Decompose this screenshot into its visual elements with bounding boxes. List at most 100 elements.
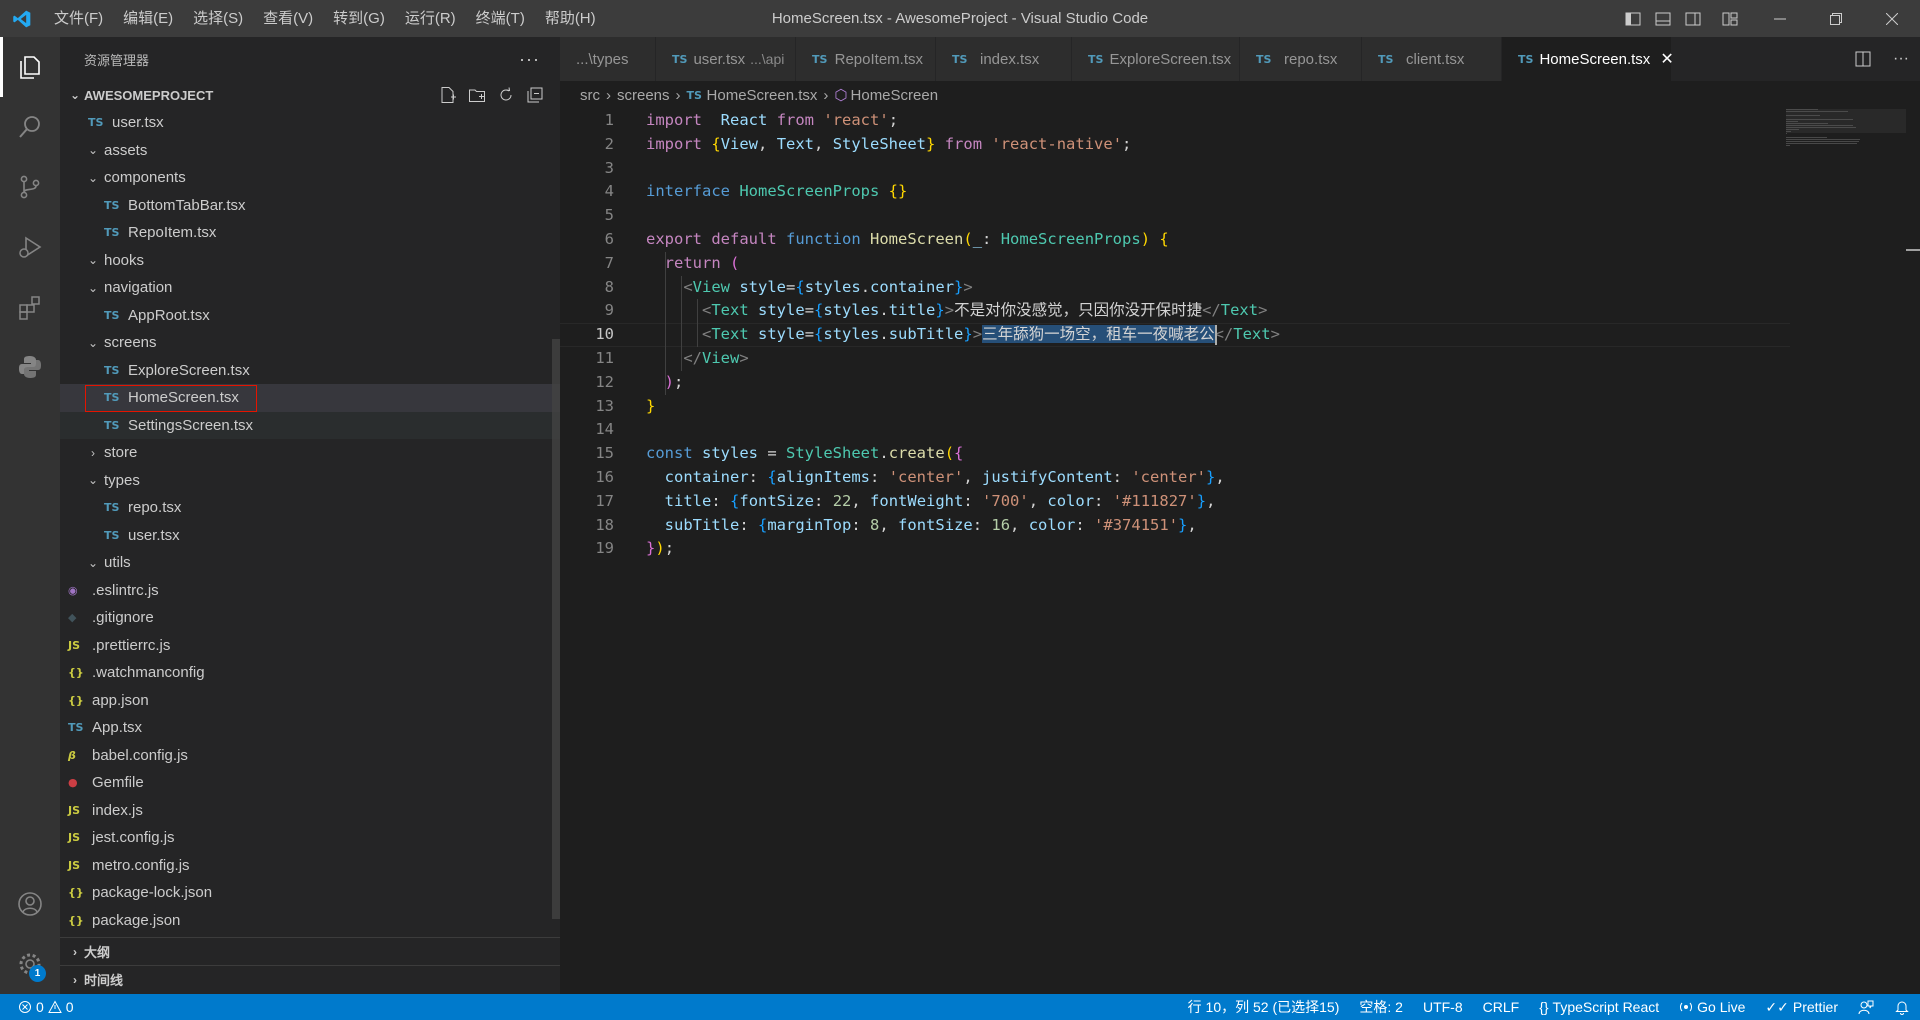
- split-editor-icon[interactable]: [1844, 51, 1882, 67]
- tree-file[interactable]: TS SettingsScreen.tsx: [60, 411, 560, 439]
- editor-tab[interactable]: ...\types: [560, 37, 656, 81]
- tree-file[interactable]: JS jest.config.js: [60, 824, 560, 852]
- menu-item[interactable]: 查看(V): [253, 0, 323, 37]
- code-line[interactable]: 4 interface HomeScreenProps {}: [560, 180, 1790, 204]
- tree-file[interactable]: JS metro.config.js: [60, 852, 560, 880]
- tree-folder[interactable]: ⌄ assets: [60, 137, 560, 165]
- python-icon[interactable]: [0, 337, 60, 397]
- tree-file[interactable]: {} package-lock.json: [60, 879, 560, 907]
- tree-file[interactable]: TS user.tsx: [60, 109, 560, 137]
- tree-file[interactable]: TS RepoItem.tsx: [60, 219, 560, 247]
- outline-section-header[interactable]: › 大纲: [60, 937, 560, 965]
- code-line[interactable]: 18 subTitle: {marginTop: 8, fontSize: 16…: [560, 514, 1790, 538]
- tree-folder[interactable]: ⌄ screens: [60, 329, 560, 357]
- more-actions-icon[interactable]: ···: [519, 49, 540, 70]
- encoding[interactable]: UTF-8: [1413, 994, 1473, 1020]
- code-line[interactable]: 11 </View>: [560, 347, 1790, 371]
- menu-item[interactable]: 文件(F): [44, 0, 113, 37]
- close-window-icon[interactable]: [1864, 0, 1920, 37]
- menu-item[interactable]: 运行(R): [395, 0, 466, 37]
- prettier-button[interactable]: ✓✓ Prettier: [1755, 994, 1848, 1020]
- breadcrumb-item[interactable]: HomeScreen.tsx: [707, 87, 818, 104]
- restore-icon[interactable]: [1808, 0, 1864, 37]
- accounts-icon[interactable]: [0, 874, 60, 934]
- code-line[interactable]: 1 import React from 'react';: [560, 109, 1790, 133]
- code-line[interactable]: 2 import {View, Text, StyleSheet} from 'r…: [560, 133, 1790, 157]
- tree-folder[interactable]: ⌄ navigation: [60, 274, 560, 302]
- code-line[interactable]: 8 <View style={styles.container}>: [560, 276, 1790, 300]
- tree-file[interactable]: {} .watchmanconfig: [60, 659, 560, 687]
- code-line[interactable]: 5: [560, 204, 1790, 228]
- breadcrumb-item[interactable]: HomeScreen: [851, 87, 939, 104]
- more-editor-actions-icon[interactable]: ···: [1882, 50, 1920, 68]
- code-line[interactable]: 17 title: {fontSize: 22, fontWeight: '70…: [560, 490, 1790, 514]
- customize-layout-icon[interactable]: [1708, 0, 1752, 37]
- breadcrumb-item[interactable]: src: [580, 87, 600, 104]
- menu-item[interactable]: 编辑(E): [113, 0, 183, 37]
- code-line[interactable]: 3: [560, 157, 1790, 181]
- tree-file[interactable]: {} package.json: [60, 907, 560, 930]
- code-line[interactable]: 9 <Text style={styles.title}>不是对你没感觉，只因你…: [560, 299, 1790, 323]
- tree-file[interactable]: JS .prettierrc.js: [60, 632, 560, 660]
- code-line[interactable]: 16 container: {alignItems: 'center', jus…: [560, 466, 1790, 490]
- tree-file[interactable]: TS BottomTabBar.tsx: [60, 192, 560, 220]
- editor-tab[interactable]: TS user.tsx ...\api: [656, 37, 796, 81]
- tree-file[interactable]: TS AppRoot.tsx: [60, 302, 560, 330]
- editor-tab[interactable]: TS index.tsx: [936, 37, 1072, 81]
- editor-tab[interactable]: TS RepoItem.tsx: [796, 37, 936, 81]
- code-editor[interactable]: 1 import React from 'react'; 2 import {View…: [560, 109, 1920, 994]
- toggle-sidebar-icon[interactable]: [1618, 0, 1648, 37]
- cursor-position[interactable]: 行 10，列 52 (已选择15): [1178, 994, 1350, 1020]
- feedback-icon[interactable]: [1848, 994, 1884, 1020]
- end-of-line[interactable]: CRLF: [1473, 994, 1530, 1020]
- code-line[interactable]: 10 <Text style={styles.subTitle}>三年舔狗一场空…: [560, 323, 1790, 347]
- code-line[interactable]: 13}: [560, 395, 1790, 419]
- new-folder-icon[interactable]: [466, 84, 488, 106]
- code-line[interactable]: 14: [560, 418, 1790, 442]
- code-line[interactable]: 19});: [560, 537, 1790, 561]
- editor-tab[interactable]: TS repo.tsx: [1240, 37, 1362, 81]
- tree-folder[interactable]: ⌄ components: [60, 164, 560, 192]
- tree-file[interactable]: {} app.json: [60, 687, 560, 715]
- refresh-icon[interactable]: [495, 84, 517, 106]
- language-mode[interactable]: {} TypeScript React: [1529, 994, 1669, 1020]
- new-file-icon[interactable]: [437, 84, 459, 106]
- tree-folder[interactable]: ⌄ utils: [60, 549, 560, 577]
- minimap[interactable]: [1786, 109, 1906, 169]
- search-icon[interactable]: [0, 97, 60, 157]
- source-control-icon[interactable]: [0, 157, 60, 217]
- editor-tab[interactable]: TS ExploreScreen.tsx: [1072, 37, 1240, 81]
- editor-tab[interactable]: TS client.tsx: [1362, 37, 1502, 81]
- tree-file[interactable]: TS user.tsx: [60, 522, 560, 550]
- tree-folder[interactable]: › store: [60, 439, 560, 467]
- problems-indicator[interactable]: 0 0: [14, 994, 78, 1020]
- collapse-all-icon[interactable]: [524, 84, 546, 106]
- settings-gear-icon[interactable]: 1: [0, 934, 60, 994]
- explorer-icon[interactable]: [0, 37, 60, 97]
- toggle-secondary-sidebar-icon[interactable]: [1678, 0, 1708, 37]
- editor-tab[interactable]: TS HomeScreen.tsx ✕: [1502, 37, 1674, 81]
- menu-item[interactable]: 选择(S): [183, 0, 253, 37]
- tree-folder[interactable]: ⌄ types: [60, 467, 560, 495]
- tree-file[interactable]: β babel.config.js: [60, 742, 560, 770]
- code-line[interactable]: 7 return (: [560, 252, 1790, 276]
- tree-file[interactable]: ◆ .gitignore: [60, 604, 560, 632]
- menu-item[interactable]: 转到(G): [323, 0, 395, 37]
- code-line[interactable]: 15 const styles = StyleSheet.create({: [560, 442, 1790, 466]
- tree-file[interactable]: TS ExploreScreen.tsx: [60, 357, 560, 385]
- tree-file[interactable]: TS HomeScreen.tsx: [60, 384, 560, 412]
- tree-file[interactable]: ◉ .eslintrc.js: [60, 577, 560, 605]
- close-tab-icon[interactable]: ✕: [1660, 49, 1673, 69]
- project-section-header[interactable]: ⌄ AWESOMEPROJECT: [60, 81, 560, 109]
- timeline-section-header[interactable]: › 时间线: [60, 965, 560, 993]
- menu-item[interactable]: 终端(T): [466, 0, 535, 37]
- menu-item[interactable]: 帮助(H): [535, 0, 606, 37]
- sidebar-scrollbar[interactable]: [552, 339, 560, 919]
- toggle-panel-icon[interactable]: [1648, 0, 1678, 37]
- tree-file[interactable]: TS App.tsx: [60, 714, 560, 742]
- go-live-button[interactable]: Go Live: [1669, 994, 1755, 1020]
- tree-file[interactable]: TS repo.tsx: [60, 494, 560, 522]
- minimize-icon[interactable]: [1752, 0, 1808, 37]
- code-line[interactable]: 6 export default function HomeScreen(_: H…: [560, 228, 1790, 252]
- tree-folder[interactable]: ⌄ hooks: [60, 247, 560, 275]
